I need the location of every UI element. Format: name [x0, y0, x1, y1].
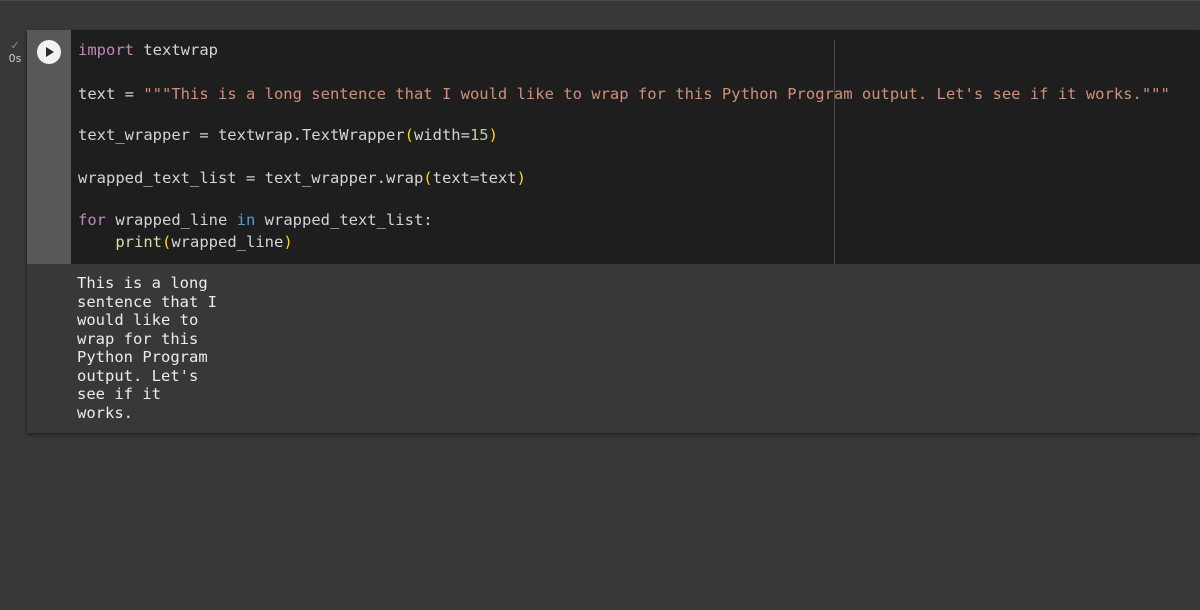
close-paren: ): [283, 233, 293, 251]
close-paren: ): [516, 169, 526, 187]
output-line: sentence that I: [77, 292, 217, 311]
wrap-call: wrapped_text_list = text_wrapper.wrap: [78, 169, 424, 187]
cell-gutter: [27, 30, 71, 264]
output-line: Python Program: [77, 348, 208, 366]
module-name: textwrap: [134, 41, 218, 59]
print-arg: wrapped_line: [171, 233, 284, 251]
loop-var: wrapped_line: [106, 211, 237, 229]
toolbar-area: [0, 0, 1200, 30]
play-icon: [46, 47, 54, 57]
code-editor[interactable]: import textwrap text = """This is a long…: [71, 30, 1200, 264]
code-line-3: text_wrapper = textwrap.TextWrapper(widt…: [78, 125, 498, 145]
code-line-6: print(wrapped_line): [78, 232, 293, 252]
print-function: print: [115, 233, 162, 251]
keyword-for: for: [78, 211, 106, 229]
cell-output: This is a long sentence that Iwould like …: [77, 274, 217, 422]
code-line-1: import textwrap: [78, 40, 218, 60]
check-icon: ✓: [10, 39, 20, 52]
output-line: works.: [77, 403, 133, 422]
code-line-4: wrapped_text_list = text_wrapper.wrap(te…: [78, 168, 526, 188]
assignment-text: text =: [78, 85, 144, 103]
width-value: 15: [469, 126, 489, 144]
output-line: This is a long: [77, 274, 208, 292]
run-cell-button[interactable]: [37, 40, 61, 64]
keyword-in: in: [236, 211, 256, 229]
text-arg: text=text: [432, 169, 517, 187]
code-line-2: text = """This is a long sentence that I…: [78, 84, 1170, 104]
output-line: output. Let's: [77, 366, 199, 385]
close-paren: ): [488, 126, 498, 144]
execution-status: ✓ 0s: [4, 40, 26, 65]
code-line-5: for wrapped_line in wrapped_text_list:: [78, 210, 433, 230]
output-line: wrap for this: [77, 329, 199, 348]
wrapper-assignment: text_wrapper = textwrap.TextWrapper: [78, 126, 405, 144]
keyword-import: import: [78, 41, 134, 59]
output-line: see if it: [77, 385, 161, 403]
code-cell[interactable]: import textwrap text = """This is a long…: [27, 30, 1200, 433]
width-arg: width=: [413, 126, 470, 144]
execution-time: 0s: [8, 52, 22, 65]
open-paren: (: [404, 126, 414, 144]
line-length-ruler: [834, 40, 835, 264]
string-literal: """This is a long sentence that I would …: [143, 85, 1170, 103]
open-paren: (: [162, 233, 172, 251]
loop-iterable: wrapped_text_list:: [255, 211, 433, 229]
output-line: would like to: [77, 311, 199, 329]
open-paren: (: [423, 169, 433, 187]
